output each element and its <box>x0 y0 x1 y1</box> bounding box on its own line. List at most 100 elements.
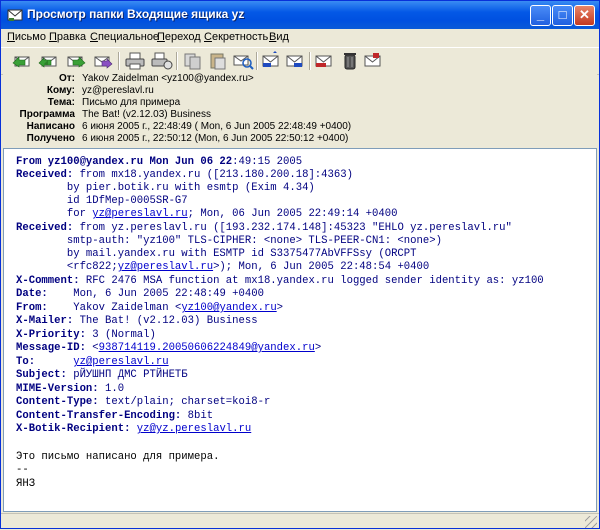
mark-read-icon[interactable] <box>363 51 385 71</box>
menu-special[interactable]: Специальное <box>90 31 159 43</box>
source-header-label: Received: <box>16 169 74 181</box>
source-from-envelope: From yz100@yandex.ru Mon Jun 06 22 <box>16 156 233 168</box>
source-line: X-Botik-Recipient: yz@yz.pereslavl.ru <box>16 423 251 435</box>
header-label: Тема: <box>47 97 75 108</box>
copy-icon[interactable] <box>182 51 204 71</box>
source-header-label: Message-ID: <box>16 342 86 354</box>
forward-icon[interactable] <box>65 51 87 71</box>
source-text: < <box>85 342 99 354</box>
menu-privacy[interactable]: Секретность <box>204 31 268 43</box>
source-header-label: Subject: <box>16 369 67 381</box>
print-icon[interactable] <box>124 51 146 71</box>
source-line: smtp-auth: "yz100" TLS-CIPHER: <none> TL… <box>16 235 442 247</box>
close-button[interactable]: ✕ <box>574 5 595 26</box>
previous-message-icon[interactable] <box>261 51 283 71</box>
source-line: From: Yakov Zaidelman <yz100@yandex.ru> <box>16 302 283 314</box>
source-line: by mail.yandex.ru with ESMTP id S3375477… <box>16 248 417 260</box>
source-header-label: From: <box>16 302 48 314</box>
source-from-envelope-rest: :49:15 2005 <box>232 156 303 168</box>
source-line: Date: Mon, 6 Jun 2005 22:48:49 +0400 <box>16 288 264 300</box>
source-line: X-Priority: 3 (Normal) <box>16 329 156 341</box>
source-header-label: X-Botik-Recipient: <box>16 423 131 435</box>
source-header-label: Date: <box>16 288 48 300</box>
source-text: for <box>16 208 93 220</box>
signature-separator: -- <box>16 464 29 476</box>
menu-letter[interactable]: Письмо <box>7 31 46 43</box>
menu-goto-accel: П <box>157 31 165 43</box>
header-label: Программа <box>19 109 75 120</box>
message-source-view[interactable]: From yz100@yandex.ru Mon Jun 06 22:49:15… <box>3 148 597 512</box>
menu-bar: Письмо Правка Специальное Переход Секрет… <box>1 29 599 47</box>
reply-all-icon[interactable] <box>38 51 60 71</box>
status-bar <box>1 513 599 530</box>
source-line: by pier.botik.ru with esmtp (Exim 4.34) <box>16 182 315 194</box>
source-line: X-Mailer: The Bat! (v2.12.03) Business <box>16 315 258 327</box>
source-line: From yz100@yandex.ru Mon Jun 06 22:49:15… <box>16 156 302 168</box>
menu-view-label: ид <box>276 31 289 43</box>
source-header-label: To: <box>16 356 36 368</box>
menu-goto[interactable]: Переход <box>157 31 201 43</box>
header-from-value[interactable]: Yakov Zaidelman <yz100@yandex.ru> <box>82 73 254 84</box>
delete-icon[interactable] <box>314 51 336 71</box>
print-setup-icon[interactable] <box>151 51 173 71</box>
source-header-value: The Bat! (v2.12.03) Business <box>73 315 258 327</box>
source-header-label: Content-Type: <box>16 396 99 408</box>
title-bar[interactable]: Просмотр папки Входящие ящика yz _ □ ✕ <box>1 1 599 29</box>
header-label: Написано <box>26 121 75 132</box>
header-written-value: 6 июня 2005 г., 22:48:49 ( Mon, 6 Jun 20… <box>82 121 352 132</box>
maximize-button[interactable]: □ <box>552 5 573 26</box>
source-text: > <box>276 302 284 314</box>
source-line: for yz@pereslavl.ru; Mon, 06 Jun 2005 22… <box>16 208 398 220</box>
message-body-line: Это письмо написано для примера. <box>16 451 220 463</box>
email-link[interactable]: yz100@yandex.ru <box>181 302 276 314</box>
source-text: ; Mon, 06 Jun 2005 22:49:14 +0400 <box>187 208 398 220</box>
menu-letter-accel: П <box>7 31 15 43</box>
source-line: Received: from yz.pereslavl.ru ([193.232… <box>16 222 512 234</box>
source-text: Yakov Zaidelman < <box>47 302 182 314</box>
reply-icon[interactable] <box>11 51 33 71</box>
source-line: Message-ID: <938714119.20050606224849@ya… <box>16 342 321 354</box>
source-header-value: RFC 2476 MSA function at mx18.yandex.ru … <box>79 275 544 287</box>
source-header-label: Received: <box>16 222 74 234</box>
email-link[interactable]: yz@pereslavl.ru <box>118 261 213 273</box>
header-received-value: 6 июня 2005 г., 22:50:12 (Mon, 6 Jun 200… <box>82 133 349 144</box>
email-link[interactable]: yz@pereslavl.ru <box>92 208 187 220</box>
minimize-button[interactable]: _ <box>530 5 551 26</box>
menu-view[interactable]: Вид <box>269 31 289 43</box>
toolbar-separator <box>256 52 258 70</box>
source-text: <rfc822; <box>16 261 118 273</box>
toolbar-separator <box>309 52 311 70</box>
resize-grip-icon[interactable] <box>585 516 597 528</box>
menu-goto-label: ереход <box>164 31 201 43</box>
menu-edit[interactable]: Правка <box>49 31 86 43</box>
email-link[interactable]: yz@pereslavl.ru <box>73 356 168 368</box>
header-label: От: <box>58 73 75 84</box>
header-label: Кому: <box>46 85 75 96</box>
window-title: Просмотр папки Входящие ящика yz <box>27 7 245 21</box>
header-to-value[interactable]: yz@pereslavl.ru <box>82 85 154 96</box>
source-line: MIME-Version: 1.0 <box>16 383 124 395</box>
menu-edit-accel: П <box>49 31 57 43</box>
source-header-label: MIME-Version: <box>16 383 99 395</box>
message-id-link[interactable]: 938714119.20050606224849@yandex.ru <box>99 342 315 354</box>
toolbar <box>1 47 599 75</box>
next-message-icon[interactable] <box>285 51 307 71</box>
email-link[interactable]: yz@yz.pereslavl.ru <box>137 423 251 435</box>
menu-letter-label: исьмо <box>14 31 46 43</box>
source-header-label: X-Mailer: <box>16 315 74 327</box>
source-header-value: 3 (Normal) <box>85 329 156 341</box>
header-program-value: The Bat! (v2.12.03) Business <box>82 109 211 120</box>
toolbar-separator <box>118 52 120 70</box>
header-subject-value: Письмо для примера <box>82 97 181 108</box>
paste-icon[interactable] <box>207 51 229 71</box>
redirect-icon[interactable] <box>92 51 114 71</box>
source-header-label: X-Comment: <box>16 275 80 287</box>
trash-icon[interactable] <box>339 51 361 71</box>
toolbar-separator <box>176 52 178 70</box>
source-text <box>35 356 73 368</box>
header-label: Получено <box>26 133 75 144</box>
source-line: <rfc822;yz@pereslavl.ru>); Mon, 6 Jun 20… <box>16 261 429 273</box>
mail-viewer-window: Просмотр папки Входящие ящика yz _ □ ✕ П… <box>0 0 600 529</box>
find-icon[interactable] <box>232 51 254 71</box>
source-header-value: Mon, 6 Jun 2005 22:48:49 +0400 <box>47 288 264 300</box>
